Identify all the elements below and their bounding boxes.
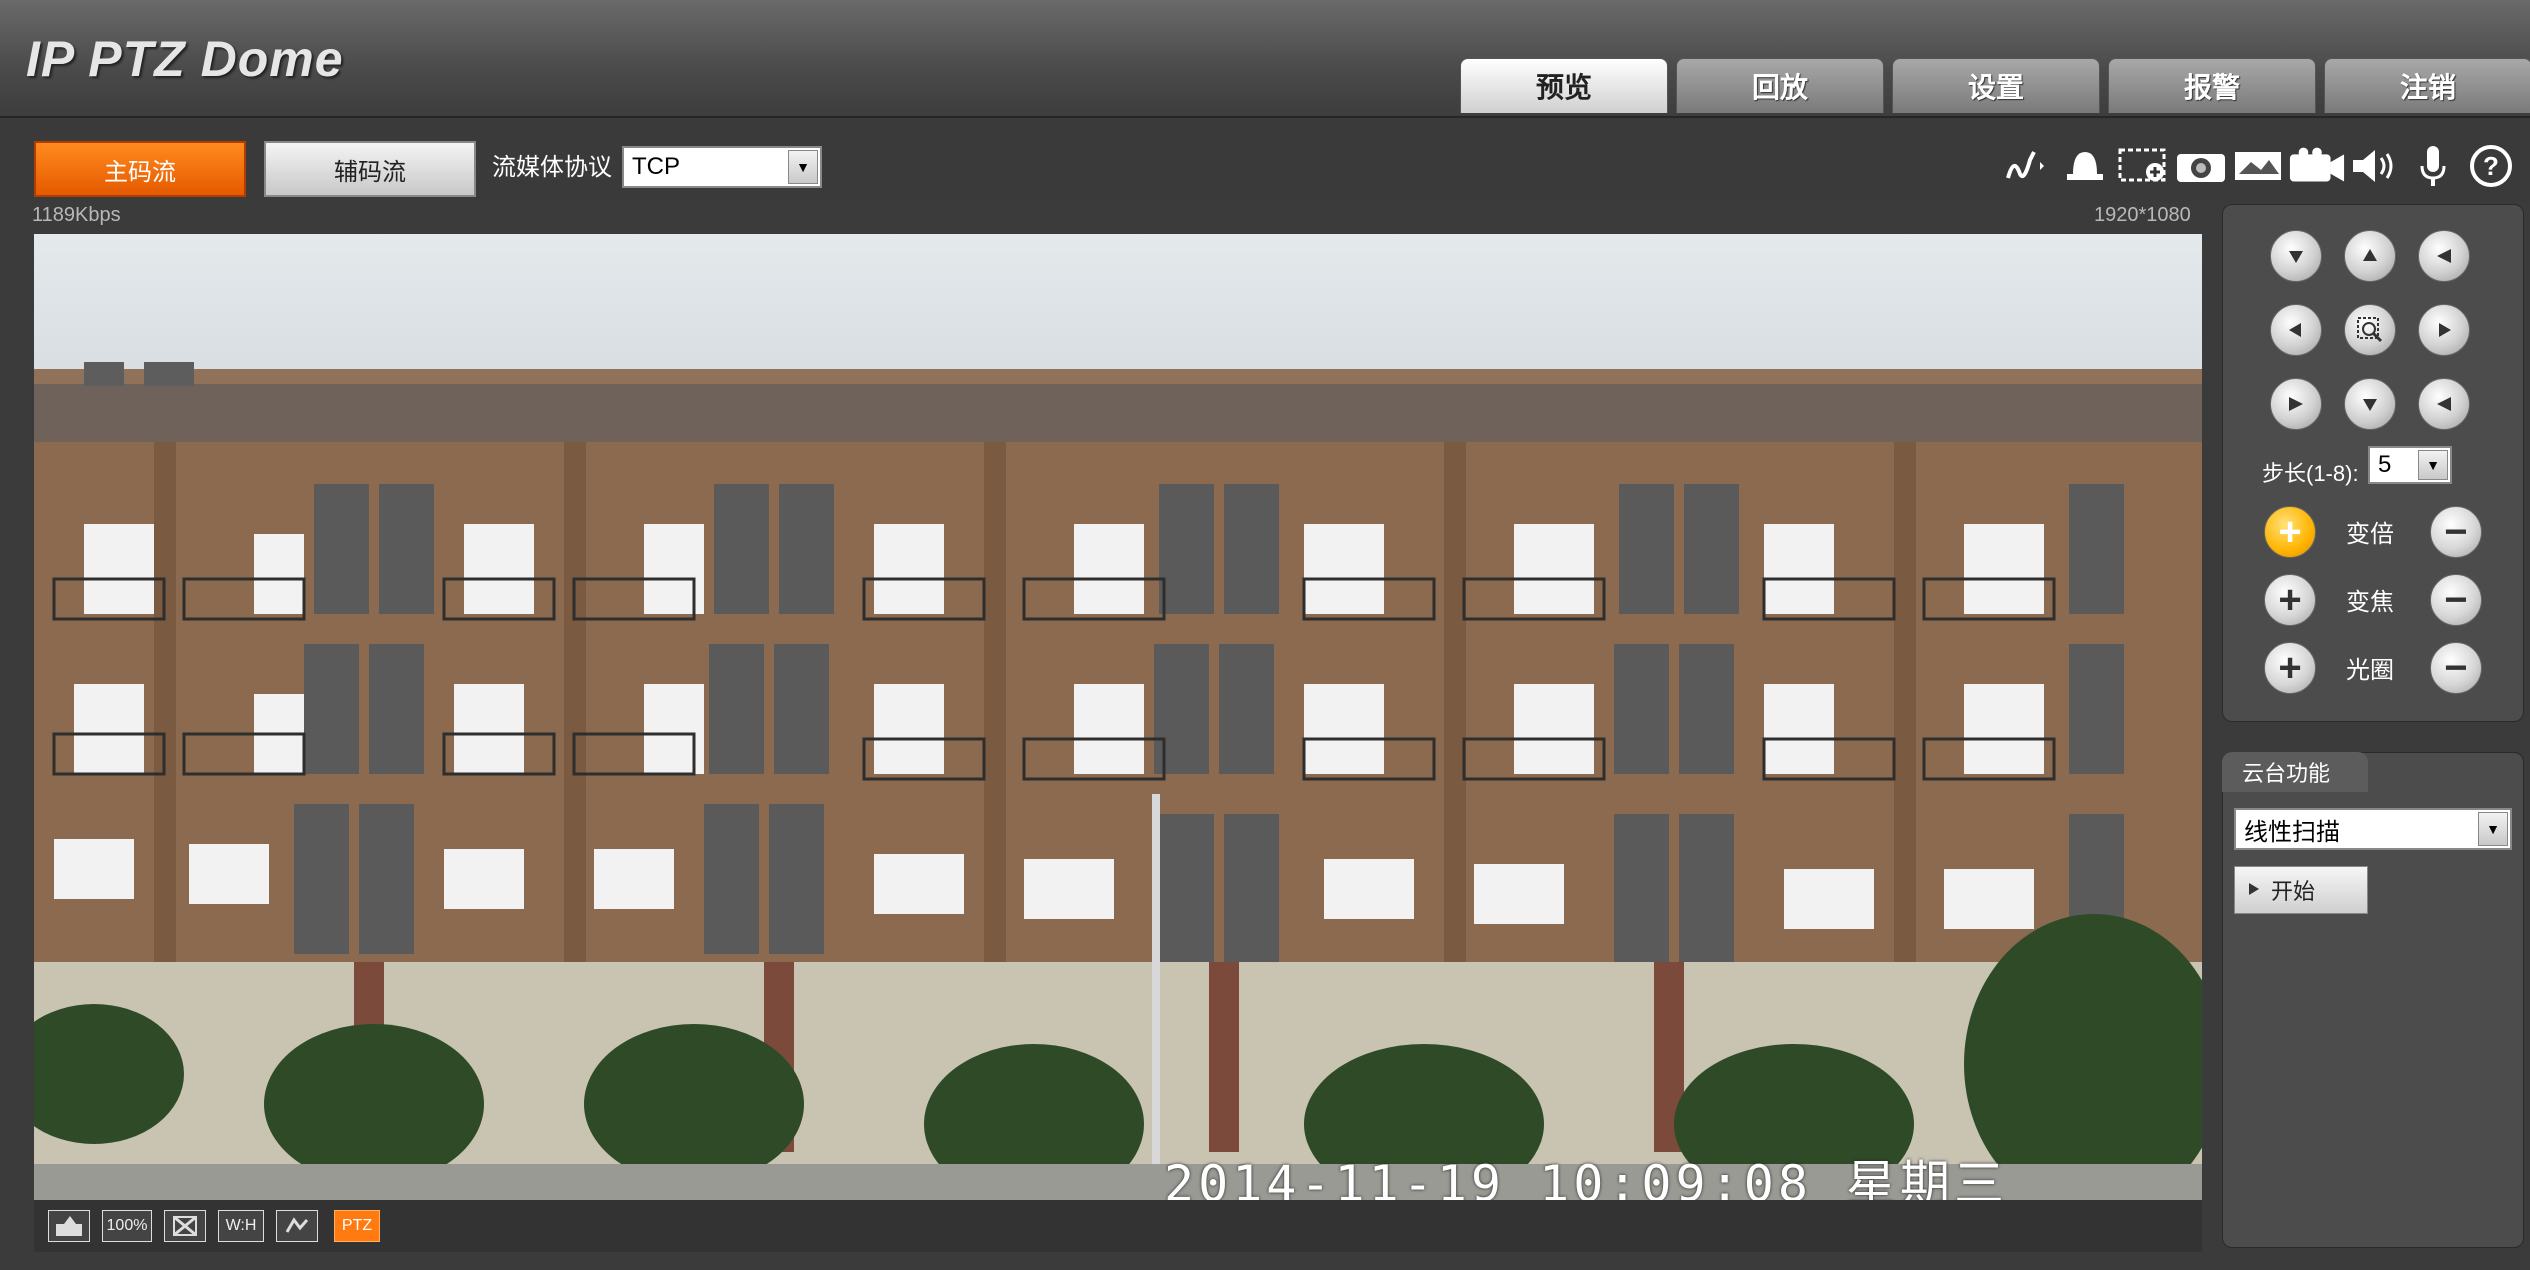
alarm-light-icon[interactable]: [2056, 138, 2114, 194]
focus-in-button[interactable]: +: [2264, 574, 2316, 626]
protocol-label: 流媒体协议: [492, 154, 612, 181]
microphone-icon[interactable]: [2404, 138, 2462, 194]
chevron-down-icon[interactable]: ▼: [2478, 812, 2508, 846]
play-icon: [2247, 877, 2261, 903]
osd-timestamp: 2014-11-19 10:09:08 星期三: [1164, 1155, 2009, 1200]
protocol-select[interactable]: TCP ▼: [622, 146, 822, 188]
main-stream-button[interactable]: 主码流: [34, 141, 246, 197]
ptz-function-tab[interactable]: 云台功能: [2222, 752, 2368, 792]
ptz-down-button[interactable]: [2344, 378, 2396, 430]
iris-open-button[interactable]: +: [2264, 642, 2316, 694]
ptz-down-left-button[interactable]: [2270, 378, 2322, 430]
zoom-out-button[interactable]: −: [2430, 506, 2482, 558]
zoom-region-icon[interactable]: [2114, 138, 2172, 194]
svg-text:?: ?: [2483, 151, 2499, 181]
step-select[interactable]: 5 ▼: [2368, 446, 2452, 484]
ptz-up-left-button[interactable]: [2270, 230, 2322, 282]
start-label: 开始: [2271, 879, 2316, 904]
step-label: 步长(1-8):: [2262, 461, 2359, 486]
ptz-right-button[interactable]: [2418, 304, 2470, 356]
ptz-down-right-button[interactable]: [2418, 378, 2470, 430]
video-viewport[interactable]: 2014-11-19 10:09:08 星期三: [34, 234, 2202, 1200]
aspect-ratio-button[interactable]: W:H: [218, 1210, 264, 1242]
restore-icon[interactable]: [48, 1210, 90, 1242]
start-button[interactable]: 开始: [2234, 866, 2368, 914]
header: IP PTZ Dome 预览 回放 设置 报警 注销: [0, 0, 2530, 118]
tab-preview[interactable]: 预览: [1460, 58, 1668, 113]
zoom-label: 变倍: [2346, 521, 2394, 548]
fullscreen-icon[interactable]: [164, 1210, 206, 1242]
protocol-value: TCP: [632, 153, 680, 180]
focus-out-button[interactable]: −: [2430, 574, 2482, 626]
sub-stream-button[interactable]: 辅码流: [264, 141, 476, 197]
ptz-left-button[interactable]: [2270, 304, 2322, 356]
iris-label: 光圈: [2346, 657, 2394, 684]
smooth-play-icon[interactable]: [276, 1210, 318, 1242]
app-logo: IP PTZ Dome: [26, 31, 344, 87]
triple-snapshot-icon[interactable]: [2230, 138, 2288, 194]
ptz-function-value: 线性扫描: [2244, 818, 2340, 846]
iris-close-button[interactable]: −: [2430, 642, 2482, 694]
tab-playback[interactable]: 回放: [1676, 58, 1884, 113]
help-icon[interactable]: ?: [2462, 138, 2520, 194]
zoom-in-button[interactable]: +: [2264, 506, 2316, 558]
bitrate-readout: 1189Kbps: [32, 204, 121, 226]
ptz-up-button[interactable]: [2344, 230, 2396, 282]
draw-icon[interactable]: [1998, 138, 2056, 194]
record-icon[interactable]: [2288, 138, 2346, 194]
focus-label: 变焦: [2346, 589, 2394, 616]
ptz-toggle-button[interactable]: PTZ: [334, 1210, 380, 1242]
chevron-down-icon[interactable]: ▼: [2418, 450, 2448, 480]
chevron-down-icon[interactable]: ▼: [788, 150, 818, 184]
speaker-icon[interactable]: [2346, 138, 2404, 194]
tab-alarm[interactable]: 报警: [2108, 58, 2316, 113]
main-tabs: 预览 回放 设置 报警 注销: [1460, 58, 2530, 113]
resolution-readout: 1920*1080: [2094, 204, 2191, 226]
snapshot-icon[interactable]: [2172, 138, 2230, 194]
ptz-zoom-region-button[interactable]: [2344, 304, 2396, 356]
zoom-100-button[interactable]: 100%: [102, 1210, 152, 1242]
tool-icons: ?: [1998, 138, 2520, 194]
ptz-up-right-button[interactable]: [2418, 230, 2470, 282]
ptz-function-select[interactable]: 线性扫描 ▼: [2234, 808, 2512, 850]
camera-scene: [34, 362, 2202, 1200]
tab-logout[interactable]: 注销: [2324, 58, 2530, 113]
step-value: 5: [2378, 451, 2392, 478]
tab-settings[interactable]: 设置: [1892, 58, 2100, 113]
